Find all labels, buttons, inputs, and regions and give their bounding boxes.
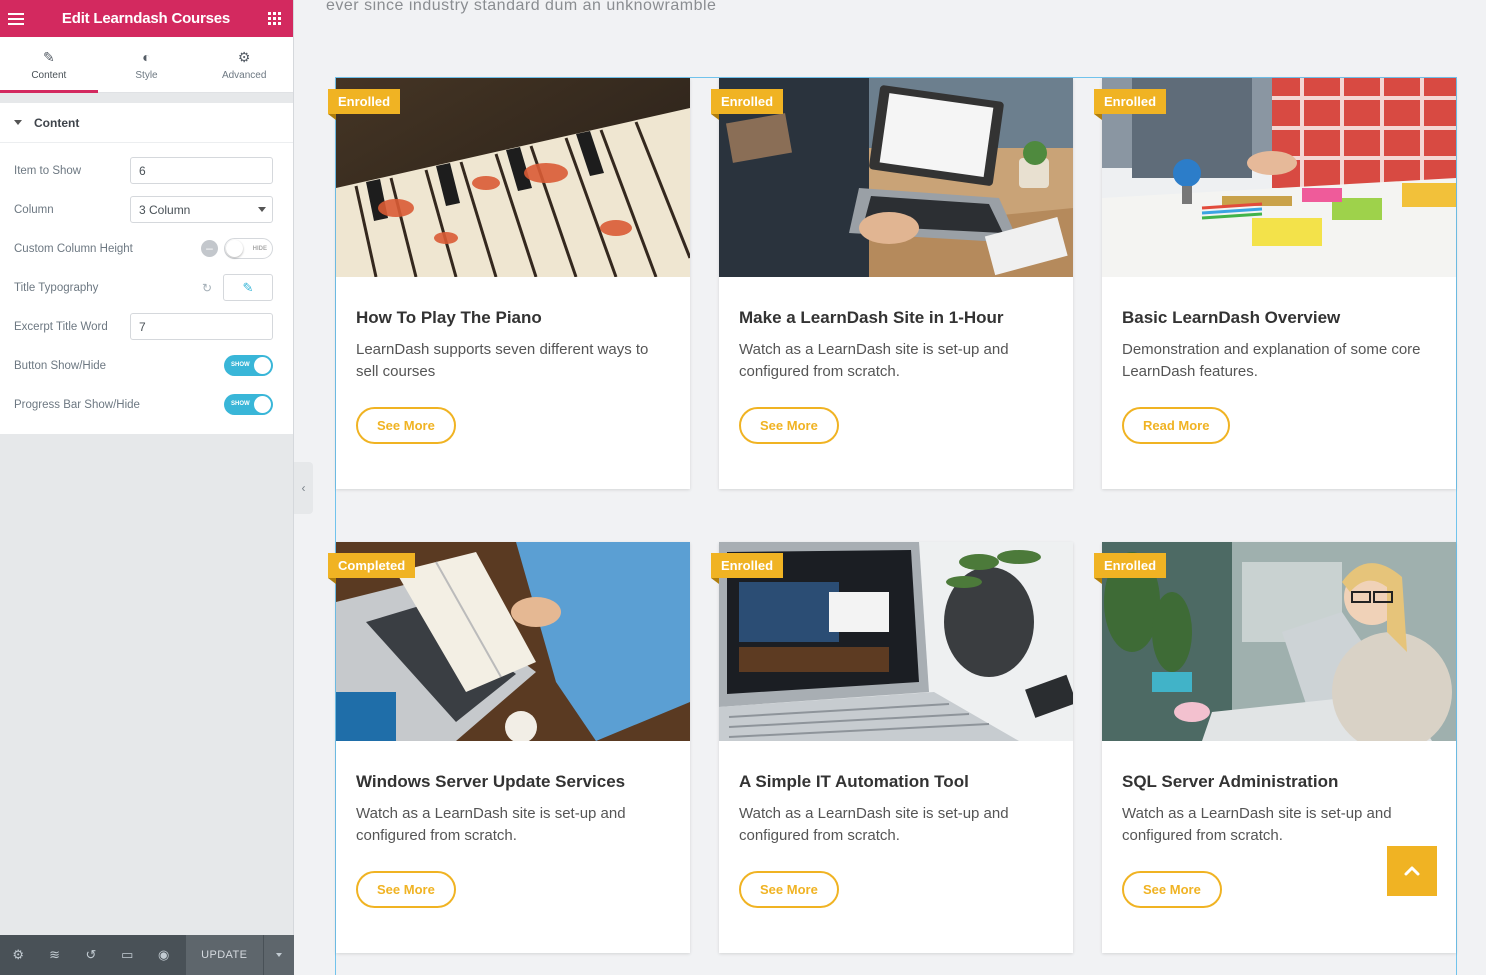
panel-footer: ⚙ ≋ ↺ ▭ ◉ UPDATE [0, 935, 295, 975]
control-label: Progress Bar Show/Hide [14, 398, 140, 411]
gear-icon: ⚙ [237, 48, 251, 65]
toggle-knob [254, 396, 271, 413]
scroll-to-top-button[interactable] [1387, 846, 1437, 896]
update-button[interactable]: UPDATE [185, 935, 263, 975]
tab-label: Style [135, 69, 158, 81]
course-excerpt: Watch as a LearnDash site is set-up and … [739, 805, 1009, 844]
tab-label: Content [31, 69, 67, 81]
section-toggle[interactable]: Content [0, 103, 293, 143]
toggle-text: HIDE [252, 246, 267, 252]
see-more-button[interactable]: See More [356, 407, 456, 444]
course-title[interactable]: How To Play The Piano [356, 308, 542, 328]
caret-down-icon [14, 120, 22, 125]
chevron-down-icon [258, 207, 266, 212]
status-badge: Completed [328, 553, 416, 584]
course-title[interactable]: Basic LearnDash Overview [1122, 308, 1340, 328]
course-title[interactable]: Windows Server Update Services [356, 772, 625, 792]
see-more-button[interactable]: See More [739, 871, 839, 908]
status-badge: Enrolled [711, 553, 784, 584]
content-section: Content Item to Show 6 Column 3 Column C… [0, 103, 293, 434]
course-excerpt: Watch as a LearnDash site is set-up and … [739, 341, 1009, 380]
reset-icon[interactable]: ↻ [202, 281, 212, 295]
see-more-button[interactable]: See More [1122, 871, 1222, 908]
course-excerpt: Watch as a LearnDash site is set-up and … [1122, 805, 1392, 844]
chevron-up-icon [1404, 866, 1420, 876]
excerpt-word-input[interactable]: 7 [130, 313, 273, 340]
editor-panel: Edit Learndash Courses ✎ Content ◐ Style… [0, 0, 295, 975]
layers-icon[interactable]: ≋ [36, 947, 72, 963]
intro-text: ever since industry standard dum an unkn… [326, 0, 717, 14]
read-more-button[interactable]: Read More [1122, 407, 1231, 444]
pencil-icon: ✎ [42, 48, 55, 65]
menu-icon[interactable] [8, 12, 24, 25]
course-card: Enrolled Basic LearnDash Overview Demons… [1094, 78, 1456, 489]
column-select[interactable]: 3 Column [130, 196, 273, 223]
widgets-grid-icon[interactable] [268, 12, 281, 25]
control-custom-height: Custom Column Height – HIDE [0, 229, 293, 268]
history-icon[interactable]: ↺ [73, 947, 109, 963]
toggle-knob [254, 357, 271, 374]
control-item-to-show: Item to Show 6 [0, 151, 293, 190]
status-badge: Enrolled [328, 89, 401, 120]
panel-title: Edit Learndash Courses [61, 10, 231, 27]
toggle-knob [226, 240, 243, 257]
typography-edit-button[interactable]: ✎ [223, 274, 273, 301]
control-label: Item to Show [14, 164, 82, 177]
control-label: Excerpt Title Word [14, 320, 108, 333]
course-card: Enrolled Make a LearnDash Site in 1-Hour… [711, 78, 1073, 489]
panel-header: Edit Learndash Courses [0, 0, 293, 37]
panel-tabs: ✎ Content ◐ Style ⚙ Advanced [0, 37, 293, 93]
responsive-globe-icon[interactable]: – [201, 240, 218, 257]
control-column: Column 3 Column [0, 190, 293, 229]
control-label: Custom Column Height [14, 242, 133, 255]
tab-content[interactable]: ✎ Content [0, 37, 98, 93]
pencil-icon: ✎ [242, 279, 254, 295]
control-title-typography: Title Typography ↻ ✎ [0, 268, 293, 307]
status-badge: Enrolled [1094, 553, 1167, 584]
update-options-button[interactable] [262, 935, 295, 975]
progress-show-toggle[interactable]: SHOW [224, 394, 273, 415]
preview-icon[interactable]: ◉ [146, 947, 182, 963]
settings-icon[interactable]: ⚙ [0, 947, 36, 963]
custom-height-toggle[interactable]: HIDE [224, 238, 273, 259]
control-label: Column [14, 203, 54, 216]
course-excerpt: Demonstration and explanation of some co… [1122, 341, 1421, 380]
control-excerpt: Excerpt Title Word 7 [0, 307, 293, 346]
course-title[interactable]: A Simple IT Automation Tool [739, 772, 969, 792]
tab-advanced[interactable]: ⚙ Advanced [195, 37, 293, 92]
section-title: Content [34, 115, 80, 130]
status-badge: Enrolled [711, 89, 784, 120]
tab-style[interactable]: ◐ Style [98, 37, 196, 92]
control-label: Title Typography [14, 281, 99, 294]
see-more-button[interactable]: See More [356, 871, 456, 908]
status-badge: Enrolled [1094, 89, 1167, 120]
toggle-text: SHOW [231, 401, 250, 407]
caret-down-icon [275, 953, 282, 957]
see-more-button[interactable]: See More [739, 407, 839, 444]
course-card: Enrolled A Simple IT Automation Tool Wat… [711, 542, 1073, 953]
course-card: Enrolled How To Play The Piano LearnDash… [328, 78, 690, 489]
contrast-icon: ◐ [142, 48, 151, 65]
course-excerpt: LearnDash supports seven different ways … [356, 341, 649, 380]
course-title[interactable]: SQL Server Administration [1122, 772, 1338, 792]
course-title[interactable]: Make a LearnDash Site in 1-Hour [739, 308, 1004, 328]
control-progress-show: Progress Bar Show/Hide SHOW [0, 385, 293, 424]
control-button-show: Button Show/Hide SHOW [0, 346, 293, 385]
course-excerpt: Watch as a LearnDash site is set-up and … [356, 805, 626, 844]
responsive-icon[interactable]: ▭ [109, 947, 145, 963]
course-card: Completed Windows Server Update Services… [328, 542, 690, 953]
item-to-show-input[interactable]: 6 [130, 157, 273, 184]
toggle-text: SHOW [231, 362, 250, 368]
collapse-panel-button[interactable]: ‹ [294, 462, 313, 514]
tab-label: Advanced [221, 69, 267, 81]
button-show-toggle[interactable]: SHOW [224, 355, 273, 376]
column-select-value: 3 Column [139, 202, 191, 217]
control-label: Button Show/Hide [14, 359, 107, 372]
